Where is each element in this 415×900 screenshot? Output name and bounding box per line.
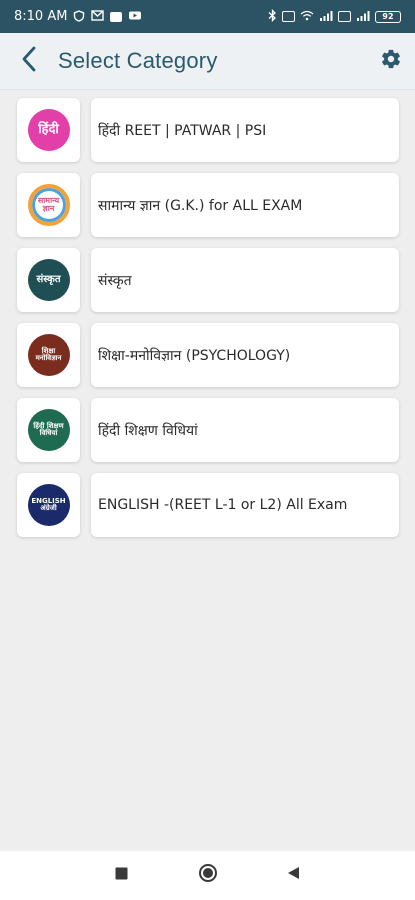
- mail-icon: [91, 10, 105, 23]
- category-icon-card[interactable]: सामान्य ज्ञान: [17, 173, 80, 237]
- category-label[interactable]: शिक्षा-मनोविज्ञान (PSYCHOLOGY): [91, 323, 399, 387]
- category-label[interactable]: संस्कृत: [91, 248, 399, 312]
- bluetooth-icon: [268, 8, 277, 24]
- gear-icon: [380, 48, 402, 75]
- home-button[interactable]: [165, 851, 251, 900]
- category-icon-card[interactable]: ENGLISH अंग्रेजी: [17, 473, 80, 537]
- settings-button[interactable]: [367, 33, 415, 90]
- system-nav-bar: [0, 851, 415, 900]
- network-type-icon: [338, 11, 351, 22]
- wifi-icon: [300, 10, 314, 23]
- category-icon-text: संस्कृत: [36, 273, 61, 285]
- category-icon-card[interactable]: शिक्षा मनोविज्ञान: [17, 323, 80, 387]
- system-back-button[interactable]: [251, 851, 337, 900]
- app-bar: Select Category: [0, 33, 415, 90]
- signal-2-icon: [356, 10, 370, 23]
- category-icon-card[interactable]: संस्कृत: [17, 248, 80, 312]
- hindi-logo-icon: हिंदी: [27, 109, 70, 151]
- video-icon: [128, 10, 142, 23]
- back-button[interactable]: [0, 33, 58, 90]
- category-label[interactable]: ENGLISH -(REET L-1 or L2) All Exam: [91, 473, 399, 537]
- category-icon-text: हिंदी शिक्षण विधियां: [33, 421, 64, 437]
- battery-icon: 92: [375, 10, 401, 23]
- category-item-hindi-teaching[interactable]: हिंदी शिक्षण विधियां हिंदी शिक्षण विधिया…: [0, 398, 415, 462]
- english-logo-icon: ENGLISH अंग्रेजी: [27, 484, 70, 526]
- category-label[interactable]: हिंदी REET | PATWAR | PSI: [91, 98, 399, 162]
- shield-icon: [73, 9, 85, 24]
- category-icon-text: शिक्षा मनोविज्ञान: [35, 346, 62, 362]
- category-icon-text: हिंदी: [38, 122, 59, 138]
- category-icon-text: सामान्य ज्ञान: [37, 195, 60, 213]
- category-item-gk[interactable]: सामान्य ज्ञान सामान्य ज्ञान (G.K.) for A…: [0, 173, 415, 237]
- status-time: 8:10 AM: [14, 9, 68, 24]
- category-item-hindi[interactable]: हिंदी हिंदी REET | PATWAR | PSI: [0, 98, 415, 162]
- recent-apps-button[interactable]: [79, 851, 165, 900]
- back-arrow-icon: [21, 46, 37, 77]
- category-item-psychology[interactable]: शिक्षा मनोविज्ञान शिक्षा-मनोविज्ञान (PSY…: [0, 323, 415, 387]
- signal-icon: [319, 10, 333, 23]
- category-label[interactable]: सामान्य ज्ञान (G.K.) for ALL EXAM: [91, 173, 399, 237]
- category-item-sanskrit[interactable]: संस्कृत संस्कृत: [0, 248, 415, 312]
- category-list: हिंदी हिंदी REET | PATWAR | PSI सामान्य …: [0, 98, 415, 548]
- hindi-teaching-logo-icon: हिंदी शिक्षण विधियां: [27, 409, 70, 451]
- home-icon: [198, 863, 218, 888]
- category-icon-card[interactable]: हिंदी शिक्षण विधियां: [17, 398, 80, 462]
- sim-icon: [282, 11, 295, 22]
- category-icon-text: ENGLISH अंग्रेजी: [31, 496, 66, 512]
- status-bar: 8:10 AM 92: [0, 0, 415, 33]
- page-title: Select Category: [58, 48, 218, 73]
- gk-logo-icon: सामान्य ज्ञान: [27, 184, 70, 226]
- category-item-english[interactable]: ENGLISH अंग्रेजी ENGLISH -(REET L-1 or L…: [0, 473, 415, 537]
- app-notification-icon: [110, 11, 123, 22]
- back-triangle-icon: [287, 866, 300, 885]
- category-label[interactable]: हिंदी शिक्षण विधियां: [91, 398, 399, 462]
- category-icon-card[interactable]: हिंदी: [17, 98, 80, 162]
- recent-apps-icon: [115, 867, 128, 885]
- psychology-logo-icon: शिक्षा मनोविज्ञान: [27, 334, 70, 376]
- sanskrit-logo-icon: संस्कृत: [27, 259, 70, 301]
